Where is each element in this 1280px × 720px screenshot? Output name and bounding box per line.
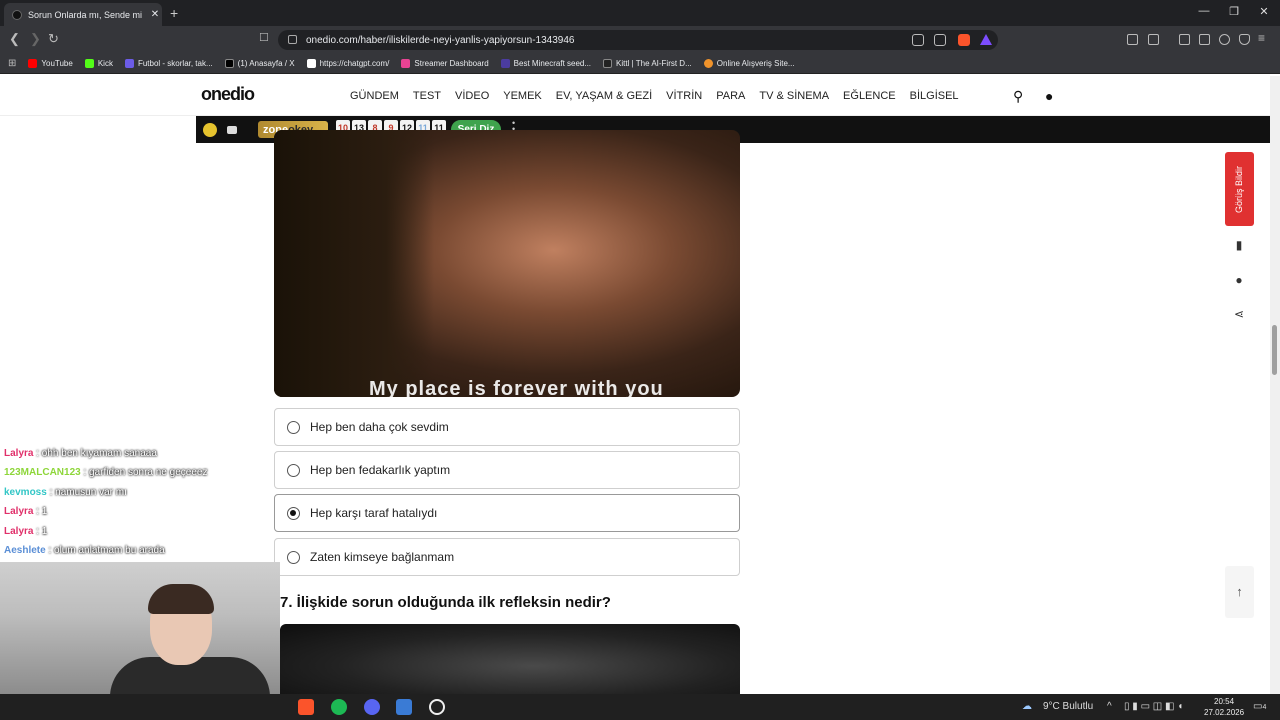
scrollbar-thumb[interactable] [1272, 325, 1277, 375]
menu-icon[interactable]: ≡ [1258, 31, 1265, 45]
favicon-icon [12, 9, 22, 20]
question-image: My place is forever with you [274, 130, 740, 397]
menu-eglence[interactable]: EĞLENCE [843, 90, 896, 102]
bookmark-kittl[interactable]: Kittl | The AI-First D... [603, 58, 692, 68]
chat-message: Lalyra : 1 [4, 506, 48, 517]
image-shadow [274, 130, 434, 397]
share-icon[interactable]: ⋖ [1231, 307, 1247, 323]
search-icon[interactable]: ⚲ [1013, 88, 1023, 105]
user-icon[interactable]: ● [1045, 88, 1053, 104]
scrollbar[interactable] [1270, 76, 1280, 694]
bookmark-chatgpt[interactable]: https://chatgpt.com/ [306, 58, 389, 68]
new-tab-icon[interactable]: + [170, 5, 178, 21]
tray-icons[interactable]: ▯ ▮ ▭ ◫ ◧ ◖ [1124, 701, 1183, 712]
app-icon[interactable] [396, 699, 412, 715]
obs-icon[interactable] [429, 699, 445, 715]
bookmark-kick[interactable]: Kick [84, 58, 113, 68]
wallet-icon[interactable] [1199, 34, 1210, 45]
answer-option-selected[interactable]: Hep karşı taraf hatalıydı [274, 494, 740, 532]
discord-icon[interactable] [364, 699, 380, 715]
bookmark-futbol[interactable]: Futbol - skorlar, tak... [124, 58, 213, 68]
sidebar-icon[interactable] [1179, 34, 1190, 45]
bookmark-shopping[interactable]: Online Alışveriş Site... [703, 58, 795, 68]
browser-tab[interactable]: Sorun Onlarda mı, Sende mi? - O ✕ [4, 3, 162, 26]
feedback-button[interactable]: Görüş Bildir [1225, 152, 1254, 226]
chat-message: Lalyra : 1 [4, 526, 48, 537]
weather-icon: ☁ [1022, 701, 1032, 712]
tab-title: Sorun Onlarda mı, Sende mi? - O [28, 9, 142, 20]
bookmark-icon[interactable]: ▮ [1231, 238, 1247, 254]
menu-gundem[interactable]: GÜNDEM [350, 90, 399, 102]
restore-icon[interactable]: ❐ [1224, 5, 1244, 18]
chat-message: 123MALCAN123 : garfiden sonra ne geçeeez [4, 467, 208, 478]
stream-chat-overlay: Lalyra : ohh ben kıyamam sanaaa 123MALCA… [0, 448, 280, 562]
bookmark-page-icon[interactable]: ☐ [259, 31, 269, 44]
tile-icon [227, 126, 237, 134]
ball-icon [203, 123, 217, 137]
bookmark-streamer-dashboard[interactable]: Streamer Dashboard [401, 58, 489, 68]
menu-tv-sinema[interactable]: TV & SİNEMA [759, 90, 829, 102]
close-tab-icon[interactable]: ✕ [148, 9, 162, 20]
menu-vitrin[interactable]: VİTRİN [666, 90, 702, 102]
menu-ev-yasam-gezi[interactable]: EV, YAŞAM & GEZİ [556, 90, 652, 102]
address-bar[interactable]: onedio.com/haber/iliskilerde-neyi-yanlis… [278, 30, 998, 50]
tab-search-icon[interactable] [1148, 34, 1159, 45]
bookmarks-bar: ⊞ YouTube Kick Futbol - skorlar, tak... … [0, 53, 1280, 74]
forward-icon[interactable]: ❯ [30, 31, 41, 47]
answer-option[interactable]: Hep ben fedakarlık yaptım [274, 451, 740, 489]
bookmark-minecraft[interactable]: Best Minecraft seed... [500, 58, 591, 68]
weather-text[interactable]: 9°C Bulutlu [1043, 701, 1093, 712]
browser-tab-bar [0, 0, 1280, 26]
cast-icon[interactable] [912, 34, 924, 46]
url-text: onedio.com/haber/iliskilerde-neyi-yanlis… [306, 34, 575, 46]
question-title: 7. İlişkide sorun olduğunda ilk refleksi… [280, 594, 611, 611]
question-image [280, 624, 740, 694]
comments-icon[interactable]: ● [1231, 273, 1247, 289]
bookmark-youtube[interactable]: YouTube [28, 58, 73, 68]
leo-ai-icon[interactable] [1219, 34, 1230, 45]
bookmark-x[interactable]: (1) Anasayfa / X [224, 58, 295, 68]
site-info-icon[interactable] [288, 35, 297, 44]
menu-video[interactable]: VİDEO [455, 90, 489, 102]
answer-option[interactable]: Zaten kimseye bağlanmam [274, 538, 740, 576]
spotify-icon[interactable] [331, 699, 347, 715]
image-caption: My place is forever with you [369, 378, 664, 397]
brave-icon[interactable] [298, 699, 314, 715]
back-icon[interactable]: ❮ [9, 31, 20, 47]
radio-button-checked[interactable] [287, 506, 300, 520]
chat-message: Lalyra : ohh ben kıyamam sanaaa [4, 448, 157, 459]
menu-test[interactable]: TEST [413, 90, 441, 102]
share-icon[interactable] [934, 34, 946, 46]
webcam-overlay [0, 562, 280, 694]
radio-button[interactable] [287, 420, 300, 434]
brave-rewards-icon[interactable] [980, 34, 992, 45]
menu-para[interactable]: PARA [716, 90, 745, 102]
minimize-icon[interactable]: — [1194, 5, 1214, 17]
scroll-top-button[interactable]: ↑ [1225, 566, 1254, 618]
tray-chevron-icon[interactable]: ^ [1107, 701, 1112, 712]
reload-icon[interactable]: ↻ [48, 31, 59, 47]
apps-icon[interactable]: ⊞ [8, 58, 16, 69]
main-menu: GÜNDEM TEST VİDEO YEMEK EV, YAŞAM & GEZİ… [350, 90, 959, 102]
menu-bilgisel[interactable]: BİLGİSEL [910, 90, 959, 102]
vpn-icon[interactable] [1239, 34, 1250, 45]
notification-icon[interactable]: ▭4 [1253, 701, 1266, 712]
radio-button[interactable] [287, 463, 300, 477]
onedio-logo[interactable]: onedio [201, 84, 255, 105]
brave-shields-icon[interactable] [958, 34, 970, 46]
radio-button[interactable] [287, 550, 300, 564]
chat-message: Aeshlete : olum anlatmam bu arada [4, 545, 165, 556]
answer-option[interactable]: Hep ben daha çok sevdim [274, 408, 740, 446]
menu-yemek[interactable]: YEMEK [503, 90, 542, 102]
close-window-icon[interactable]: ✕ [1254, 5, 1274, 18]
extensions-icon[interactable] [1127, 34, 1138, 45]
clock[interactable]: 20:54 27.02.2026 [1204, 696, 1244, 718]
person-hair [148, 584, 214, 614]
chat-message: kevmoss : namusun var mı [4, 487, 127, 498]
